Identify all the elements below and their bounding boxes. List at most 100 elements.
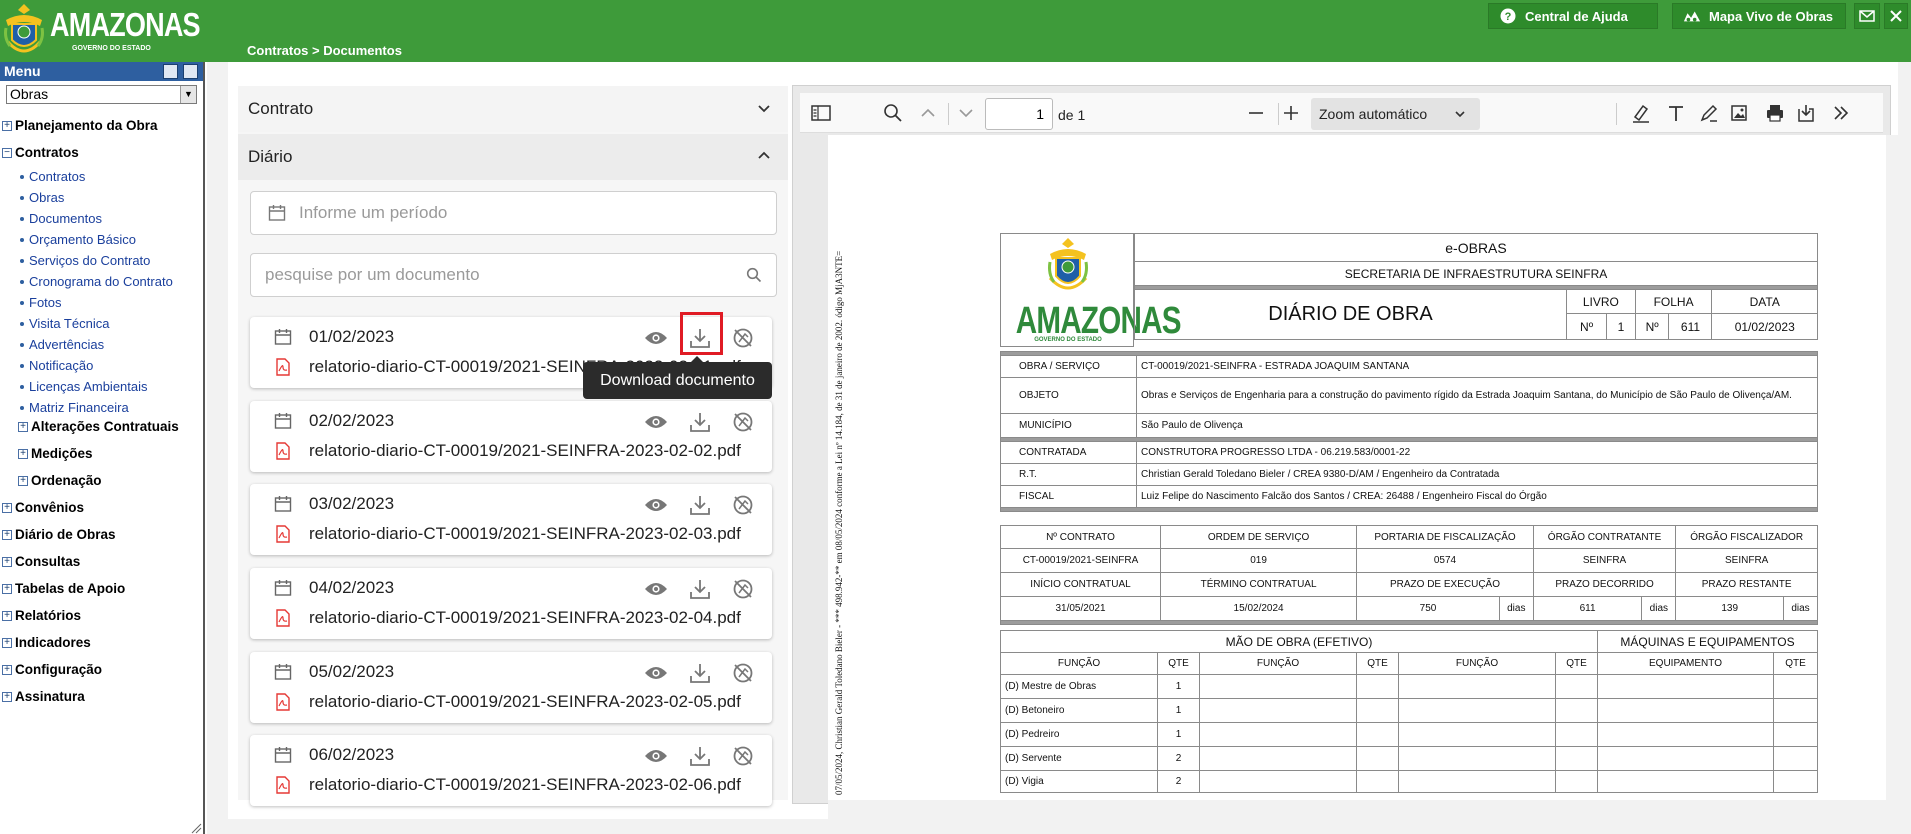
menu-group-medicoes[interactable]: + Medições bbox=[18, 446, 93, 461]
unsign-button[interactable] bbox=[730, 492, 756, 518]
menu-item-servicos[interactable]: Serviços do Contrato bbox=[20, 253, 150, 268]
menu-item-documentos[interactable]: Documentos bbox=[20, 211, 102, 226]
module-select[interactable]: Obras ▼ bbox=[6, 85, 197, 104]
menu-item-orcamento[interactable]: Orçamento Básico bbox=[20, 232, 136, 247]
menu-group-consultas[interactable]: + Consultas bbox=[2, 554, 80, 569]
document-card: 04/02/2023 relatorio-diario-CT-00019/202… bbox=[250, 568, 772, 639]
next-page-button[interactable] bbox=[955, 102, 977, 124]
bullet-icon bbox=[20, 300, 24, 305]
menu-group-indicadores[interactable]: + Indicadores bbox=[2, 635, 91, 650]
bullet-icon bbox=[20, 195, 24, 200]
view-button[interactable] bbox=[643, 576, 669, 602]
view-button[interactable] bbox=[643, 325, 669, 351]
find-button[interactable] bbox=[882, 102, 904, 124]
view-button[interactable] bbox=[643, 409, 669, 435]
menu-item-visita[interactable]: Visita Técnica bbox=[20, 316, 109, 331]
document-filename[interactable]: relatorio-diario-CT-00019/2021-SEINFRA-2… bbox=[309, 692, 741, 712]
highlight-button[interactable] bbox=[1630, 102, 1652, 124]
menu-item-licencas[interactable]: Licenças Ambientais bbox=[20, 379, 148, 394]
unsign-button[interactable] bbox=[730, 409, 756, 435]
menu-group-contratos[interactable]: − Contratos bbox=[2, 145, 79, 160]
menu-group-diario[interactable]: + Diário de Obras bbox=[2, 527, 116, 542]
diary-logo: AMAZONAS GOVERNO DO ESTADO bbox=[1000, 233, 1182, 347]
expand-menu-icon[interactable] bbox=[183, 64, 198, 79]
menu-group-convenios[interactable]: + Convênios bbox=[2, 500, 84, 515]
view-button[interactable] bbox=[643, 743, 669, 769]
download-button[interactable] bbox=[687, 660, 713, 686]
menu-item-obras[interactable]: Obras bbox=[20, 190, 64, 205]
menu-group-tabelas[interactable]: + Tabelas de Apoio bbox=[2, 581, 125, 596]
menu-item-matriz[interactable]: Matriz Financeira bbox=[20, 400, 129, 415]
mail-button[interactable] bbox=[1854, 3, 1880, 29]
menu-item-advertencias[interactable]: Advertências bbox=[20, 337, 104, 352]
menu-group-planejamento[interactable]: + Planejamento da Obra bbox=[2, 118, 158, 133]
view-button[interactable] bbox=[643, 660, 669, 686]
draw-button[interactable] bbox=[1698, 102, 1720, 124]
previous-page-button[interactable] bbox=[917, 102, 939, 124]
image-button[interactable] bbox=[1728, 102, 1750, 124]
signature-off-icon bbox=[733, 412, 753, 432]
menu-item-cronograma[interactable]: Cronograma do Contrato bbox=[20, 274, 173, 289]
download-button[interactable] bbox=[687, 409, 713, 435]
period-placeholder: Informe um período bbox=[299, 203, 448, 222]
menu-item-notificacao[interactable]: Notificação bbox=[20, 358, 93, 373]
print-button[interactable] bbox=[1764, 102, 1786, 124]
calendar-icon bbox=[274, 496, 292, 512]
document-filename[interactable]: relatorio-diario-CT-00019/2021-SEINFRA-2… bbox=[309, 441, 741, 461]
period-input[interactable]: Informe um período bbox=[250, 191, 777, 235]
save-button[interactable] bbox=[1795, 102, 1817, 124]
data-header: DATA bbox=[1711, 289, 1818, 314]
download-button[interactable] bbox=[687, 743, 713, 769]
document-filename[interactable]: relatorio-diario-CT-00019/2021-SEINFRA-2… bbox=[309, 608, 741, 628]
menu-item-fotos[interactable]: Fotos bbox=[20, 295, 62, 310]
more-tools-button[interactable] bbox=[1830, 102, 1852, 124]
orgao-contratante-value: SEINFRA bbox=[1532, 548, 1677, 573]
resize-grip-icon[interactable] bbox=[190, 822, 202, 834]
page-number-input[interactable]: 1 bbox=[985, 98, 1053, 130]
view-button[interactable] bbox=[643, 492, 669, 518]
menu-group-assinatura[interactable]: + Assinatura bbox=[2, 689, 85, 704]
menu-item-label: Contratos bbox=[29, 169, 86, 184]
download-icon bbox=[690, 747, 710, 766]
pdf-file-icon bbox=[276, 776, 290, 794]
zoom-out-button[interactable] bbox=[1245, 102, 1267, 124]
download-button[interactable] bbox=[687, 492, 713, 518]
close-button[interactable] bbox=[1884, 3, 1908, 29]
text-button[interactable] bbox=[1665, 102, 1687, 124]
accordion-diario[interactable]: Diário bbox=[238, 134, 788, 180]
unsign-button[interactable] bbox=[730, 660, 756, 686]
document-filename[interactable]: relatorio-diario-CT-00019/2021-SEINFRA-2… bbox=[309, 524, 741, 544]
zoom-in-button[interactable] bbox=[1280, 102, 1302, 124]
sidebar-toggle-button[interactable] bbox=[810, 102, 832, 124]
document-date: 02/02/2023 bbox=[309, 411, 395, 430]
folha-n-label: Nº bbox=[1634, 313, 1670, 340]
contratada-value: CONSTRUTORA PROGRESSO LTDA - 06.219.583/… bbox=[1136, 441, 1818, 464]
signature-off-icon bbox=[733, 495, 753, 515]
amazonas-logo[interactable]: AMAZONAS GOVERNO DO ESTADO bbox=[0, 0, 201, 60]
menu-item-label: Serviços do Contrato bbox=[29, 253, 151, 268]
worker-funcao: (D) Pedreiro bbox=[1000, 722, 1158, 747]
menu-group-configuracao[interactable]: + Configuração bbox=[2, 662, 102, 677]
unsign-button[interactable] bbox=[730, 743, 756, 769]
zoom-select[interactable]: Zoom automático bbox=[1311, 98, 1480, 130]
live-map-button[interactable]: Mapa Vivo de Obras bbox=[1672, 3, 1846, 29]
menu-item-contratos[interactable]: Contratos bbox=[20, 169, 85, 184]
expand-icon: + bbox=[2, 691, 12, 702]
calendar-icon bbox=[274, 664, 292, 680]
help-center-button[interactable]: ? Central de Ajuda bbox=[1488, 3, 1658, 29]
collapse-menu-icon[interactable] bbox=[163, 64, 178, 79]
pdf-file-icon bbox=[276, 525, 290, 543]
menu-group-alteracoes[interactable]: + Alterações Contratuais bbox=[18, 419, 179, 434]
unsign-button[interactable] bbox=[730, 576, 756, 602]
accordion-contrato[interactable]: Contrato bbox=[238, 86, 788, 132]
download-button[interactable] bbox=[687, 576, 713, 602]
termino-value: 15/02/2024 bbox=[1159, 596, 1358, 621]
menu-item-label: Notificação bbox=[29, 358, 94, 373]
menu-group-ordenacao[interactable]: + Ordenação bbox=[18, 473, 102, 488]
unsign-button[interactable] bbox=[730, 325, 756, 351]
menu-group-label: Medições bbox=[31, 446, 93, 461]
document-filename[interactable]: relatorio-diario-CT-00019/2021-SEINFRA-2… bbox=[309, 775, 741, 795]
menu-group-relatorios[interactable]: + Relatórios bbox=[2, 608, 81, 623]
menu-group-label: Relatórios bbox=[15, 608, 82, 623]
document-search-input[interactable]: pesquise por um documento bbox=[250, 253, 777, 297]
